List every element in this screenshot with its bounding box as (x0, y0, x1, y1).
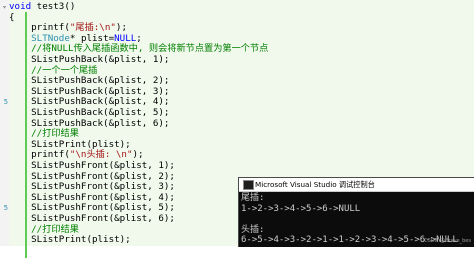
collapse-toggle-icon[interactable]: ▿ (1, 3, 8, 11)
code-token: //打印结果 (9, 128, 79, 140)
code-token: SListPushFront(&plist, 5); (9, 202, 175, 214)
line-number: 5 (3, 204, 8, 213)
code-token: "\n头插: \n" (69, 149, 133, 161)
code-token: //打印结果 (9, 223, 79, 235)
console-titlebar[interactable]: Microsoft Visual Studio 调试控制台 (239, 178, 474, 192)
code-token: { (9, 11, 15, 23)
watermark: CSDN @Brave_bes (424, 238, 471, 244)
code-token: printf( (9, 149, 70, 161)
code-token: SListPrint(plist); (9, 234, 131, 246)
code-line[interactable]: ▿ void test3() (2, 1, 474, 13)
code-token: SListPushFront(&plist, 4); (9, 191, 175, 203)
code-token: SListPushBack(&plist, 1); (9, 54, 170, 65)
code-token: "尾插:\n" (69, 22, 116, 34)
code-token: SListPushFront(&plist, 1); (9, 160, 175, 171)
code-token: SListPushFront(&plist, 6); (9, 213, 175, 224)
code-token: //一个一个尾插 (9, 64, 98, 76)
code-text: void test3() (9, 1, 76, 13)
code-text: SListPrint(plist); (9, 234, 131, 246)
code-token: SListPushBack(&plist, 5); (9, 107, 170, 118)
code-token: ); (132, 149, 144, 161)
code-token: test3() (31, 1, 76, 12)
code-token: SListPushBack(&plist, 4); (9, 96, 170, 108)
code-token: SListPushFront(&plist, 2); (9, 170, 175, 182)
code-token: printf( (9, 22, 70, 34)
line-number: 5 (3, 98, 8, 107)
debug-console-window[interactable]: Microsoft Visual Studio 调试控制台 尾插: 1->2->3… (238, 177, 474, 247)
code-token: SListPushBack(&plist, 2); (9, 75, 170, 87)
code-token: SListPushBack(&plist, 3); (9, 85, 170, 97)
code-token: SListPushBack(&plist, 6); (9, 117, 170, 129)
code-token: ); (115, 22, 127, 34)
console-app-icon (243, 180, 254, 190)
console-line: 1->2->3->4->5->6->NULL (241, 203, 361, 214)
console-title: Microsoft Visual Studio 调试控制台 (255, 180, 375, 189)
code-token: //将NULL传入尾插函数中, 则会将新节点置为第一个节点 (9, 43, 269, 55)
console-line: 尾插: (241, 193, 265, 203)
console-line: 头插: (241, 224, 265, 235)
code-token: void (9, 1, 32, 12)
code-token: SListPushFront(&plist, 3); (9, 181, 175, 193)
